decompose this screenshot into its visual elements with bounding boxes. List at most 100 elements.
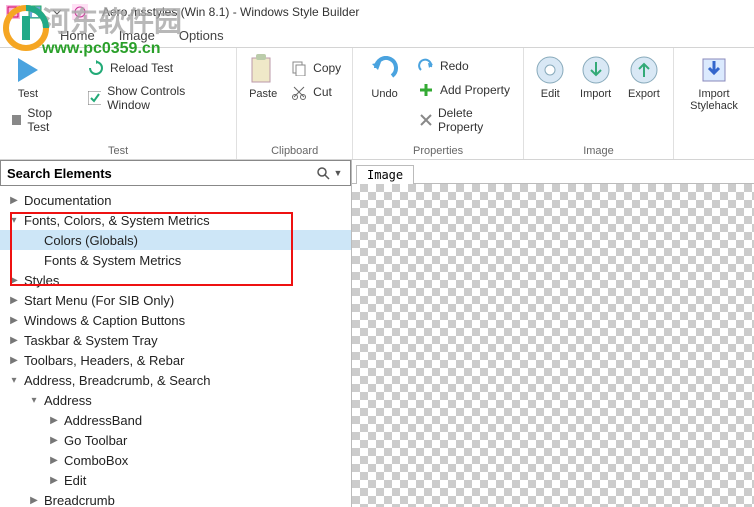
tree-item-fonts-colors-metrics[interactable]: ▾Fonts, Colors, & System Metrics: [0, 210, 351, 230]
search-label: Search Elements: [7, 166, 316, 181]
stop-test-button[interactable]: Stop Test: [8, 104, 78, 136]
paste-button[interactable]: Paste: [245, 52, 281, 102]
tree-item-windows-caption[interactable]: ▶Windows & Caption Buttons: [0, 310, 351, 330]
search-dropdown[interactable]: ▼: [332, 168, 344, 178]
group-label-clipboard: Clipboard: [245, 143, 344, 157]
watermark-logo: [2, 4, 50, 52]
ribbon-group-clipboard: Paste Copy Cut Clipboard: [237, 48, 353, 159]
cut-icon: [291, 84, 307, 100]
tree-item-edit[interactable]: ▶Edit: [0, 470, 351, 490]
chevron-right-icon: ▶: [8, 355, 20, 366]
tree-item-documentation[interactable]: ▶Documentation: [0, 190, 351, 210]
title-bar: Aero.msstyles (Win 8.1) - Windows Style …: [0, 0, 754, 24]
add-property-button[interactable]: Add Property: [414, 80, 515, 100]
import-image-button[interactable]: Import: [575, 52, 617, 102]
edit-image-label: Edit: [541, 88, 560, 100]
right-tabstrip: Image: [352, 160, 754, 184]
chevron-right-icon: ▶: [48, 455, 60, 466]
cut-label: Cut: [313, 85, 332, 99]
chevron-right-icon: ▶: [8, 195, 20, 206]
chevron-right-icon: ▶: [48, 435, 60, 446]
undo-button[interactable]: Undo: [361, 52, 408, 102]
tab-image[interactable]: Image: [119, 28, 155, 43]
tree-item-start-menu[interactable]: ▶Start Menu (For SIB Only): [0, 290, 351, 310]
tree-item-combobox[interactable]: ▶ComboBox: [0, 450, 351, 470]
ribbon-group-test: Test Stop Test Reload Test Show Controls…: [0, 48, 237, 159]
plus-icon: [418, 82, 434, 98]
import-stylehack-icon: [699, 55, 729, 85]
tree-item-styles[interactable]: ▶Styles: [0, 270, 351, 290]
tree-item-breadcrumb[interactable]: ▶Breadcrumb: [0, 490, 351, 507]
search-bar[interactable]: Search Elements ▼: [0, 160, 351, 186]
chevron-right-icon: ▶: [8, 335, 20, 346]
edit-image-icon: [535, 55, 565, 85]
tab-home[interactable]: Home: [60, 28, 95, 43]
x-icon: [418, 112, 432, 128]
cut-button[interactable]: Cut: [287, 82, 345, 102]
left-panel: Search Elements ▼ ▶Documentation ▾Fonts,…: [0, 160, 352, 507]
redo-icon: [418, 58, 434, 74]
chevron-down-icon: [52, 7, 62, 17]
ribbon-group-properties: Undo Redo Add Property Delete Property P…: [353, 48, 524, 159]
chevron-right-icon: ▶: [8, 295, 20, 306]
export-icon: [629, 55, 659, 85]
edit-image-button[interactable]: Edit: [532, 52, 569, 102]
group-label-image: Image: [532, 143, 665, 157]
qat-dropdown[interactable]: [48, 3, 66, 21]
ribbon-tabstrip: Home Image Options: [0, 24, 754, 48]
chevron-right-icon: ▶: [48, 475, 60, 486]
ribbon-group-stylehack: Import Stylehack: [674, 48, 754, 159]
import-image-label: Import: [580, 88, 611, 100]
image-preview-area: [352, 184, 754, 507]
reload-icon: [88, 60, 104, 76]
delete-property-label: Delete Property: [438, 106, 511, 134]
paste-icon: [248, 54, 278, 86]
tree-item-address[interactable]: ▾Address: [0, 390, 351, 410]
search-icon[interactable]: [316, 166, 332, 180]
tree-item-colors-globals[interactable]: Colors (Globals): [0, 230, 351, 250]
chevron-right-icon: ▶: [8, 275, 20, 286]
tree-item-toolbars[interactable]: ▶Toolbars, Headers, & Rebar: [0, 350, 351, 370]
right-panel: Image: [352, 160, 754, 507]
workspace: Search Elements ▼ ▶Documentation ▾Fonts,…: [0, 160, 754, 507]
group-label-test: Test: [8, 143, 228, 157]
checkbox-checked-icon: [88, 91, 101, 105]
tree-view: ▶Documentation ▾Fonts, Colors, & System …: [0, 186, 351, 507]
paste-label: Paste: [249, 88, 277, 100]
chevron-down-icon: ▾: [8, 375, 20, 386]
reload-test-button[interactable]: Reload Test: [84, 58, 228, 78]
test-button[interactable]: Test: [8, 52, 48, 102]
tree-item-address-breadcrumb[interactable]: ▾Address, Breadcrumb, & Search: [0, 370, 351, 390]
tab-image-preview[interactable]: Image: [356, 165, 414, 184]
show-controls-label: Show Controls Window: [107, 84, 224, 112]
play-icon: [14, 56, 42, 84]
export-image-button[interactable]: Export: [623, 52, 665, 102]
copy-button[interactable]: Copy: [287, 58, 345, 78]
stop-icon: [12, 115, 21, 125]
chevron-right-icon: ▶: [28, 495, 40, 506]
import-icon: [581, 55, 611, 85]
show-controls-checkbox[interactable]: Show Controls Window: [84, 82, 228, 114]
redo-button[interactable]: Redo: [414, 56, 515, 76]
tree-item-go-toolbar[interactable]: ▶Go Toolbar: [0, 430, 351, 450]
undo-icon: [370, 56, 400, 84]
delete-property-button[interactable]: Delete Property: [414, 104, 515, 136]
add-property-label: Add Property: [440, 83, 510, 97]
chevron-right-icon: ▶: [48, 415, 60, 426]
chevron-down-icon: ▾: [8, 215, 20, 226]
tree-item-taskbar[interactable]: ▶Taskbar & System Tray: [0, 330, 351, 350]
chevron-right-icon: ▶: [8, 315, 20, 326]
ribbon-group-image: Edit Import Export Image: [524, 48, 674, 159]
copy-icon: [291, 60, 307, 76]
stop-test-label: Stop Test: [27, 106, 74, 134]
app-icon: [72, 4, 88, 20]
tree-item-addressband[interactable]: ▶AddressBand: [0, 410, 351, 430]
tree-item-fonts-system-metrics[interactable]: Fonts & System Metrics: [0, 250, 351, 270]
import-stylehack-button[interactable]: Import Stylehack: [682, 52, 746, 114]
group-label-properties: Properties: [361, 143, 515, 157]
import-stylehack-label: Import Stylehack: [684, 88, 744, 112]
redo-label: Redo: [440, 59, 469, 73]
export-image-label: Export: [628, 88, 660, 100]
undo-label: Undo: [371, 88, 397, 100]
tab-options[interactable]: Options: [179, 28, 224, 43]
